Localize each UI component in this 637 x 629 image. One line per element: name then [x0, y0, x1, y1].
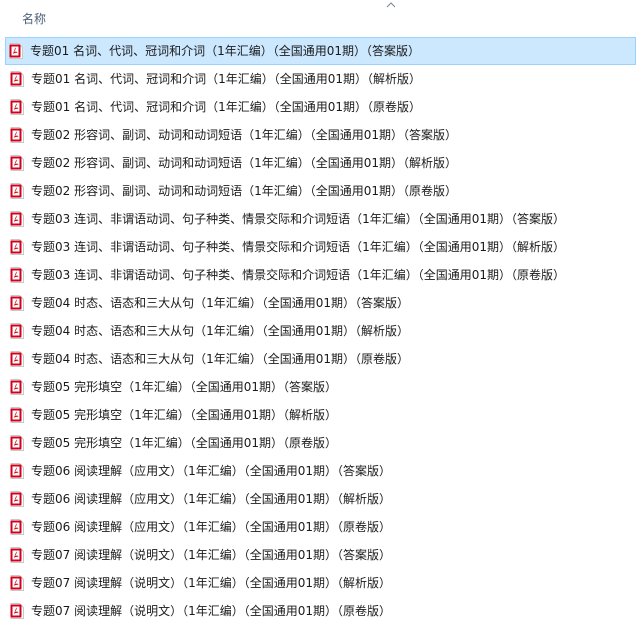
pdf-file-icon [10, 435, 24, 451]
file-row[interactable]: 专题02 形容词、副词、动词和动词短语（1年汇编）（全国通用01期）（答案版） [0, 121, 637, 149]
file-name: 专题01 名词、代词、冠词和介词（1年汇编）（全国通用01期）（原卷版） [31, 100, 421, 114]
file-name: 专题07 阅读理解（说明文）（1年汇编）（全国通用01期）（原卷版） [31, 604, 391, 618]
file-row[interactable]: 专题02 形容词、副词、动词和动词短语（1年汇编）（全国通用01期）（原卷版） [0, 177, 637, 205]
file-name: 专题06 阅读理解（应用文）（1年汇编）（全国通用01期）（答案版） [31, 464, 391, 478]
file-name: 专题05 完形填空（1年汇编）（全国通用01期）（答案版） [31, 380, 337, 394]
file-name: 专题04 时态、语态和三大从句（1年汇编）（全国通用01期）（答案版） [31, 296, 409, 310]
file-row[interactable]: 专题01 名词、代词、冠词和介词（1年汇编）（全国通用01期）（答案版） [5, 37, 636, 65]
column-header-bar: 名称 [0, 0, 637, 36]
pdf-file-icon [10, 575, 24, 591]
file-name: 专题02 形容词、副词、动词和动词短语（1年汇编）（全国通用01期）（答案版） [31, 128, 457, 142]
file-name: 专题02 形容词、副词、动词和动词短语（1年汇编）（全国通用01期）（原卷版） [31, 184, 457, 198]
pdf-file-icon [10, 351, 24, 367]
file-name: 专题01 名词、代词、冠词和介词（1年汇编）（全国通用01期）（解析版） [31, 72, 421, 86]
file-row[interactable]: 专题06 阅读理解（应用文）（1年汇编）（全国通用01期）（原卷版） [0, 513, 637, 541]
pdf-file-icon [10, 239, 24, 255]
file-row[interactable]: 专题07 阅读理解（说明文）（1年汇编）（全国通用01期）（解析版） [0, 569, 637, 597]
pdf-file-icon [10, 295, 24, 311]
pdf-file-icon [10, 323, 24, 339]
pdf-file-icon [10, 603, 24, 619]
file-row[interactable]: 专题04 时态、语态和三大从句（1年汇编）（全国通用01期）（解析版） [0, 317, 637, 345]
file-row[interactable]: 专题03 连词、非谓语动词、句子种类、情景交际和介词短语（1年汇编）（全国通用0… [0, 205, 637, 233]
file-row[interactable]: 专题07 阅读理解（说明文）（1年汇编）（全国通用01期）（原卷版） [0, 597, 637, 625]
pdf-file-icon [10, 267, 24, 283]
file-row[interactable]: 专题05 完形填空（1年汇编）（全国通用01期）（原卷版） [0, 429, 637, 457]
file-row[interactable]: 专题06 阅读理解（应用文）（1年汇编）（全国通用01期）（解析版） [0, 485, 637, 513]
file-name: 专题06 阅读理解（应用文）（1年汇编）（全国通用01期）（解析版） [31, 492, 391, 506]
name-column-header[interactable]: 名称 [0, 0, 637, 36]
file-name: 专题02 形容词、副词、动词和动词短语（1年汇编）（全国通用01期）（解析版） [31, 156, 457, 170]
file-name: 专题04 时态、语态和三大从句（1年汇编）（全国通用01期）（解析版） [31, 324, 409, 338]
file-name: 专题05 完形填空（1年汇编）（全国通用01期）（原卷版） [31, 436, 337, 450]
pdf-file-icon [10, 407, 24, 423]
file-name: 专题01 名词、代词、冠词和介词（1年汇编）（全国通用01期）（答案版） [30, 44, 420, 58]
file-row[interactable]: 专题04 时态、语态和三大从句（1年汇编）（全国通用01期）（原卷版） [0, 345, 637, 373]
file-row[interactable]: 专题01 名词、代词、冠词和介词（1年汇编）（全国通用01期）（原卷版） [0, 93, 637, 121]
pdf-file-icon [10, 211, 24, 227]
pdf-file-icon [10, 99, 24, 115]
pdf-file-icon [10, 463, 24, 479]
pdf-file-icon [10, 183, 24, 199]
file-row[interactable]: 专题05 完形填空（1年汇编）（全国通用01期）（解析版） [0, 401, 637, 429]
file-explorer: 名称 专题01 名词、代词、冠词和介词（1年汇编）（全国通用01期）（答案版） … [0, 0, 637, 629]
pdf-file-icon [10, 71, 24, 87]
sort-ascending-icon [386, 2, 396, 8]
file-name: 专题07 阅读理解（说明文）（1年汇编）（全国通用01期）（答案版） [31, 548, 391, 562]
file-row[interactable]: 专题07 阅读理解（说明文）（1年汇编）（全国通用01期）（答案版） [0, 541, 637, 569]
file-row[interactable]: 专题05 完形填空（1年汇编）（全国通用01期）（答案版） [0, 373, 637, 401]
pdf-file-icon [10, 379, 24, 395]
file-row[interactable]: 专题03 连词、非谓语动词、句子种类、情景交际和介词短语（1年汇编）（全国通用0… [0, 233, 637, 261]
file-list: 专题01 名词、代词、冠词和介词（1年汇编）（全国通用01期）（答案版） 专题0… [0, 37, 637, 625]
file-name: 专题03 连词、非谓语动词、句子种类、情景交际和介词短语（1年汇编）（全国通用0… [31, 212, 565, 226]
pdf-file-icon [10, 547, 24, 563]
file-name: 专题07 阅读理解（说明文）（1年汇编）（全国通用01期）（解析版） [31, 576, 391, 590]
file-row[interactable]: 专题03 连词、非谓语动词、句子种类、情景交际和介词短语（1年汇编）（全国通用0… [0, 261, 637, 289]
file-name: 专题03 连词、非谓语动词、句子种类、情景交际和介词短语（1年汇编）（全国通用0… [31, 240, 565, 254]
pdf-file-icon [10, 155, 24, 171]
name-column-label: 名称 [22, 12, 47, 26]
file-row[interactable]: 专题04 时态、语态和三大从句（1年汇编）（全国通用01期）（答案版） [0, 289, 637, 317]
file-name: 专题06 阅读理解（应用文）（1年汇编）（全国通用01期）（原卷版） [31, 520, 391, 534]
file-row[interactable]: 专题02 形容词、副词、动词和动词短语（1年汇编）（全国通用01期）（解析版） [0, 149, 637, 177]
file-name: 专题05 完形填空（1年汇编）（全国通用01期）（解析版） [31, 408, 337, 422]
pdf-file-icon [10, 519, 24, 535]
file-name: 专题04 时态、语态和三大从句（1年汇编）（全国通用01期）（原卷版） [31, 352, 409, 366]
pdf-file-icon [9, 43, 23, 59]
pdf-file-icon [10, 491, 24, 507]
file-name: 专题03 连词、非谓语动词、句子种类、情景交际和介词短语（1年汇编）（全国通用0… [31, 268, 565, 282]
file-row[interactable]: 专题01 名词、代词、冠词和介词（1年汇编）（全国通用01期）（解析版） [0, 65, 637, 93]
file-row[interactable]: 专题06 阅读理解（应用文）（1年汇编）（全国通用01期）（答案版） [0, 457, 637, 485]
pdf-file-icon [10, 127, 24, 143]
